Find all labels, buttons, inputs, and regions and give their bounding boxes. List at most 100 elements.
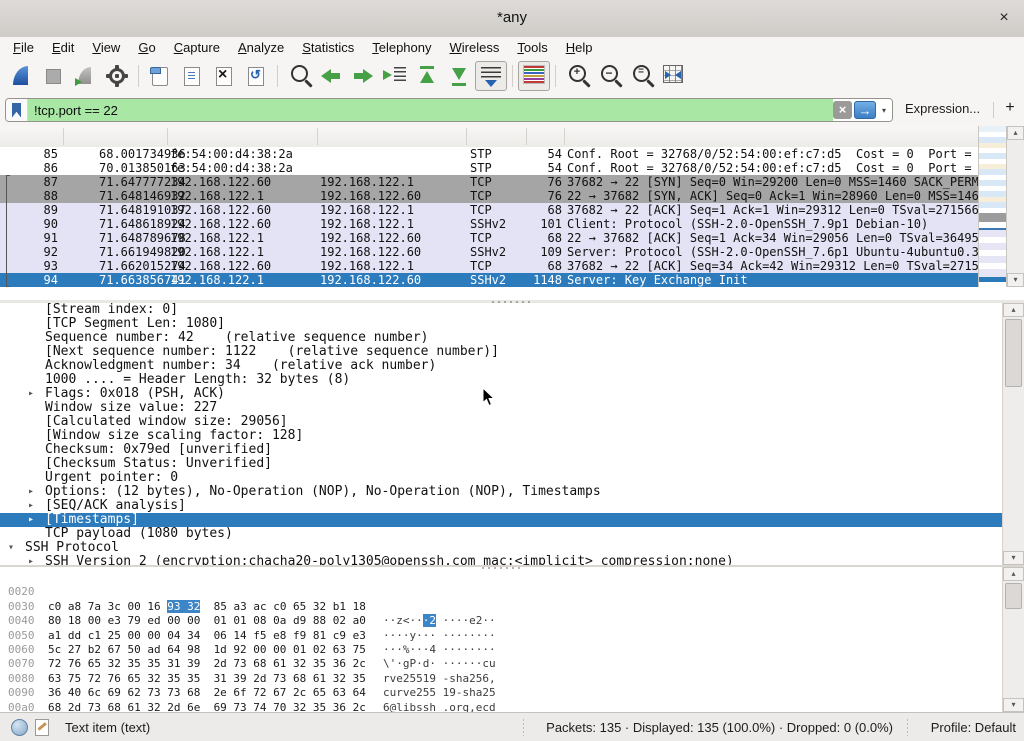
hex-row[interactable]: 0040 a1 dd c1 25 00 00 04 34 06 14 f5 e8… [0, 600, 1002, 614]
filter-apply-button[interactable]: → [854, 101, 876, 119]
menu-wireless[interactable]: Wireless [441, 39, 509, 56]
close-window-button[interactable]: × [994, 8, 1014, 28]
zoom-out-button[interactable] [593, 61, 625, 91]
go-forward-button[interactable] [347, 61, 379, 91]
reload-file-button[interactable] [240, 61, 272, 91]
scroll-up-arrow[interactable]: ▴ [1003, 567, 1024, 581]
restart-capture-button[interactable] [69, 61, 101, 91]
hex-row[interactable]: 0020 c0 a8 7a 3c 00 16 93 32 85 a3 ac c0… [0, 571, 1002, 585]
toolbar-separator[interactable] [507, 61, 518, 91]
open-file-button[interactable] [144, 61, 176, 91]
hex-row[interactable]: 0050 5c 27 b2 67 50 ad 64 98 1d 92 00 00… [0, 614, 1002, 628]
expand-arrow-icon[interactable]: ▸ [28, 387, 34, 401]
expert-info-icon[interactable] [11, 719, 28, 736]
detail-line[interactable]: Sequence number: 42 (relative sequence n… [0, 331, 1002, 345]
hex-row[interactable]: 00a0 65 63 64 68 2d 73 68 61 32 2d 6e 69… [0, 686, 1002, 700]
column-divider[interactable] [526, 128, 527, 145]
go-to-packet-button[interactable] [379, 61, 411, 91]
detail-line[interactable]: ▸ SSH Version 2 (encryption:chacha20-pol… [0, 555, 1002, 565]
zoom-100-button[interactable] [625, 61, 657, 91]
hex-row[interactable]: 0060 72 76 65 32 35 35 31 39 2d 73 68 61… [0, 629, 1002, 643]
packet-row[interactable]: 94 71.663856741 192.168.122.1 192.168.12… [0, 273, 978, 287]
detail-line[interactable]: [Window size scaling factor: 128] [0, 429, 1002, 443]
menu-telephony[interactable]: Telephony [363, 39, 440, 56]
display-filter-input[interactable]: !tcp.port == 22 × → ▾ [5, 98, 893, 122]
packet-row[interactable]: 89 71.648191037 192.168.122.60 192.168.1… [0, 203, 978, 217]
hex-row[interactable]: 0070 63 75 72 76 65 32 35 35 31 39 2d 73… [0, 643, 1002, 657]
capture-comment-icon[interactable] [35, 719, 49, 736]
auto-scroll-toggle[interactable] [475, 61, 507, 91]
scroll-down-arrow[interactable]: ▾ [1007, 273, 1024, 287]
splitter-grip[interactable] [482, 567, 522, 569]
detail-line[interactable]: Acknowledgment number: 34 (relative ack … [0, 359, 1002, 373]
menu-edit[interactable]: Edit [43, 39, 83, 56]
packet-row[interactable]: 88 71.648146932 192.168.122.1 192.168.12… [0, 189, 978, 203]
hex-row[interactable]: 0080 36 40 6c 69 62 73 73 68 2e 6f 72 67… [0, 657, 1002, 671]
detail-line[interactable]: [Next sequence number: 1122 (relative se… [0, 345, 1002, 359]
expand-arrow-icon[interactable]: ▸ [28, 555, 34, 565]
packet-row[interactable]: 93 71.662015274 192.168.122.60 192.168.1… [0, 259, 978, 273]
menu-statistics[interactable]: Statistics [293, 39, 363, 56]
packet-row[interactable]: 92 71.661949820 192.168.122.1 192.168.12… [0, 245, 978, 259]
bytes-scroll-thumb[interactable] [1005, 583, 1022, 609]
packet-row[interactable]: 86 70.013850163 fe:54:00:d4:38:2a STP 54… [0, 161, 978, 175]
toolbar-separator[interactable] [272, 61, 283, 91]
go-to-bottom-button[interactable] [443, 61, 475, 91]
expression-button[interactable]: Expression... [905, 101, 980, 116]
detail-line[interactable]: [Checksum Status: Unverified] [0, 457, 1002, 471]
toolbar-separator[interactable] [550, 61, 561, 91]
capture-options-button[interactable] [101, 61, 133, 91]
detail-line[interactable]: Window size value: 227 [0, 401, 1002, 415]
save-file-button[interactable] [176, 61, 208, 91]
details-scroll-thumb[interactable] [1005, 319, 1022, 387]
titlebar[interactable]: *any × [0, 0, 1024, 38]
start-capture-button[interactable] [5, 61, 37, 91]
detail-line[interactable]: [Stream index: 0] [0, 303, 1002, 317]
find-packet-button[interactable] [283, 61, 315, 91]
detail-line[interactable]: ▸ Options: (12 bytes), No-Operation (NOP… [0, 485, 1002, 499]
packet-row[interactable]: 90 71.648618924 192.168.122.60 192.168.1… [0, 217, 978, 231]
menu-view[interactable]: View [83, 39, 129, 56]
menu-go[interactable]: Go [129, 39, 164, 56]
filter-history-dropdown[interactable]: ▾ [876, 99, 892, 121]
details-vscrollbar[interactable]: ▴ ▾ [1002, 303, 1024, 565]
expand-arrow-icon[interactable]: ▸ [28, 513, 34, 527]
column-divider[interactable] [167, 128, 168, 145]
menu-analyze[interactable]: Analyze [229, 39, 293, 56]
scroll-up-arrow[interactable]: ▴ [1007, 126, 1024, 140]
go-back-button[interactable] [315, 61, 347, 91]
packet-list-minimap[interactable] [978, 126, 1006, 287]
filter-clear-button[interactable]: × [833, 101, 852, 119]
menu-help[interactable]: Help [557, 39, 602, 56]
expand-arrow-icon[interactable]: ▾ [8, 541, 14, 555]
menu-file[interactable]: File [4, 39, 43, 56]
expand-arrow-icon[interactable]: ▸ [28, 499, 34, 513]
packet-row[interactable]: 85 68.001734936 fe:54:00:d4:38:2a STP 54… [0, 147, 978, 161]
column-divider[interactable] [466, 128, 467, 145]
detail-line[interactable]: ▸ [Timestamps] [0, 513, 1002, 527]
close-file-button[interactable] [208, 61, 240, 91]
detail-line[interactable]: ▸ [SEQ/ACK analysis] [0, 499, 1002, 513]
stop-capture-button[interactable] [37, 61, 69, 91]
detail-line[interactable]: Urgent pointer: 0 [0, 471, 1002, 485]
hex-row[interactable]: 0090 68 2d 73 68 61 32 2d 6e 69 73 74 70… [0, 672, 1002, 686]
scroll-up-arrow[interactable]: ▴ [1003, 303, 1024, 317]
resize-columns-button[interactable] [657, 61, 689, 91]
detail-line[interactable]: 1000 .... = Header Length: 32 bytes (8) [0, 373, 1002, 387]
column-divider[interactable] [317, 128, 318, 145]
expand-arrow-icon[interactable]: ▸ [28, 485, 34, 499]
detail-line[interactable]: TCP payload (1080 bytes) [0, 527, 1002, 541]
detail-line[interactable]: ▸ Flags: 0x018 (PSH, ACK) [0, 387, 1002, 401]
menu-capture[interactable]: Capture [165, 39, 229, 56]
profile-text[interactable]: Profile: Default [931, 720, 1016, 735]
filter-bookmark-icon[interactable] [6, 99, 28, 121]
scroll-down-arrow[interactable]: ▾ [1003, 551, 1024, 565]
add-filter-button[interactable]: + [1000, 99, 1020, 121]
detail-line[interactable]: ▾ SSH Protocol [0, 541, 1002, 555]
zoom-in-button[interactable] [561, 61, 593, 91]
bytes-vscrollbar[interactable]: ▴ ▾ [1002, 567, 1024, 712]
column-divider[interactable] [564, 128, 565, 145]
filter-text[interactable]: !tcp.port == 22 [28, 99, 833, 121]
packet-list-vscrollbar[interactable]: ▴ ▾ [1006, 126, 1024, 287]
scroll-down-arrow[interactable]: ▾ [1003, 698, 1024, 712]
